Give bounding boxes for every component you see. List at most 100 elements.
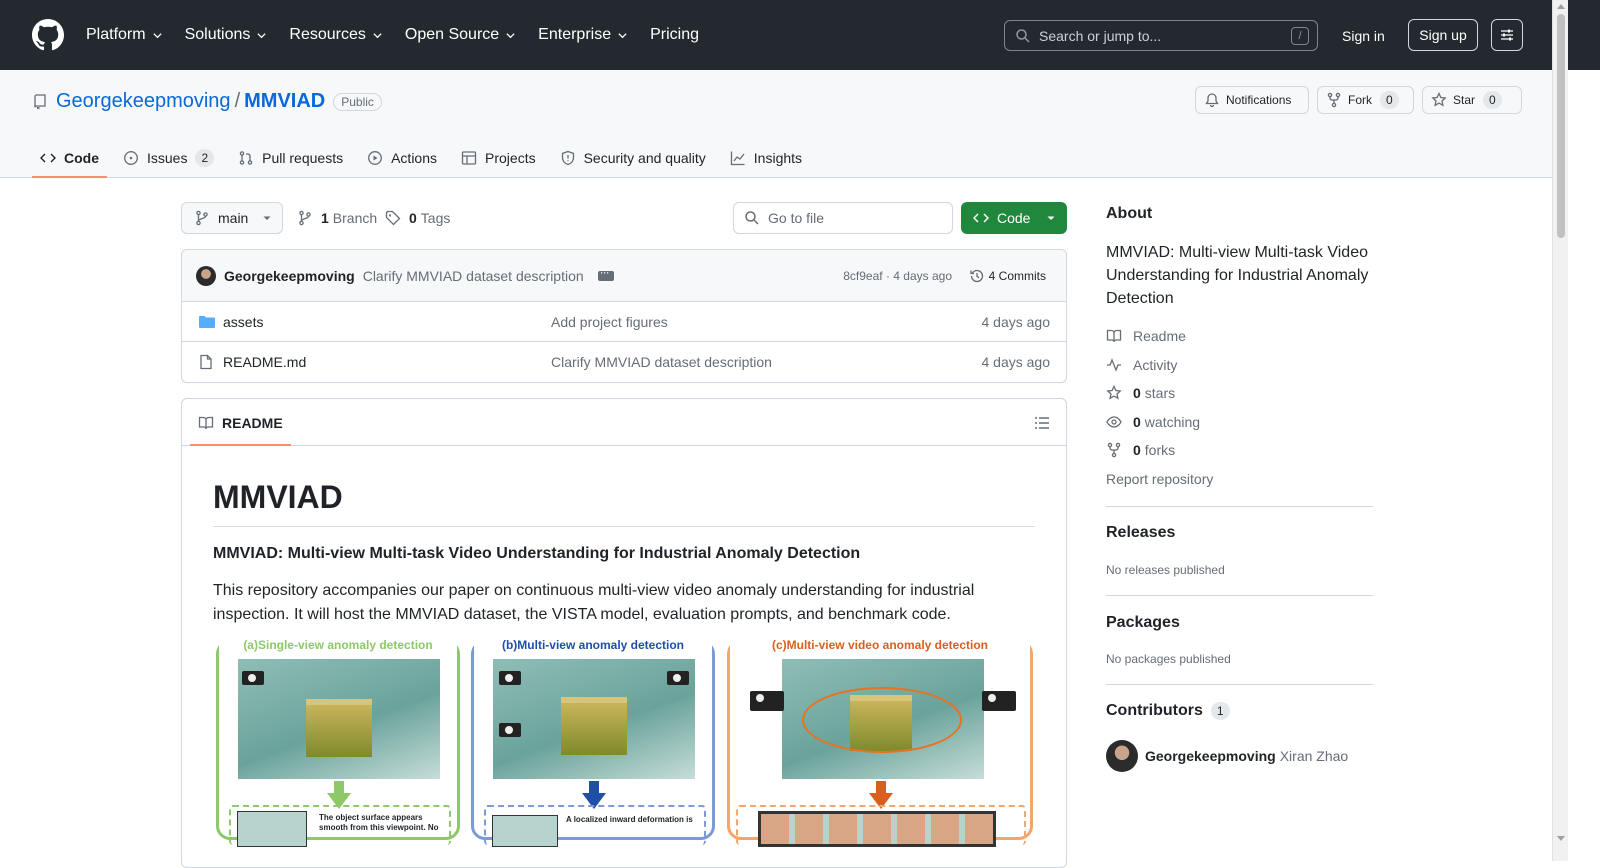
branch-selector[interactable]: main: [181, 202, 283, 234]
nav-pricing[interactable]: Pricing: [650, 18, 699, 52]
repo-name-link[interactable]: MMVIAD: [244, 90, 325, 113]
report-repository-link[interactable]: Report repository: [1106, 471, 1213, 487]
tab-code[interactable]: Code: [32, 138, 107, 178]
watching-label: watching: [1144, 414, 1201, 430]
file-commit-message[interactable]: Add project figures: [551, 314, 668, 330]
readme-link-label: Readme: [1133, 328, 1186, 344]
commits-link[interactable]: 4 Commits: [969, 268, 1046, 284]
scroll-down-icon[interactable]: [1557, 836, 1565, 841]
sign-in-link[interactable]: Sign in: [1330, 20, 1397, 51]
code-button-label: Code: [997, 210, 1031, 226]
repo-owner-link[interactable]: Georgekeepmoving: [56, 90, 231, 113]
nav-platform[interactable]: Platform: [86, 18, 163, 52]
shield-icon: [561, 150, 574, 166]
search-shortcut-key: /: [1291, 27, 1309, 45]
book-icon: [198, 416, 214, 429]
avatar[interactable]: [1106, 740, 1138, 772]
releases-title[interactable]: Releases: [1106, 524, 1175, 542]
page-scrollbar[interactable]: [1552, 0, 1568, 861]
figure-panel-video: (c)Multi-view video anomaly detection: [727, 638, 1033, 847]
figure-scene-image: [782, 659, 984, 779]
watching-link[interactable]: 0 watching: [1106, 414, 1200, 430]
figure-panel-title: (a)Single-view anomaly detection: [219, 638, 457, 652]
sidebar-divider: [1106, 684, 1373, 685]
readme-link[interactable]: Readme: [1106, 328, 1186, 344]
tag-count: 0: [409, 210, 417, 226]
github-logo-icon[interactable]: [32, 19, 64, 51]
tab-security[interactable]: Security and quality: [552, 138, 714, 178]
notifications-label: Notifications: [1226, 93, 1292, 107]
figure-panel-title: (c)Multi-view video anomaly detection: [730, 638, 1030, 652]
commit-message[interactable]: Clarify MMVIAD dataset description: [363, 268, 584, 284]
commit-sha-age[interactable]: 8cf9eaf · 4 days ago: [843, 269, 952, 283]
history-icon: [970, 269, 983, 282]
contributors-title[interactable]: Contributors 1: [1106, 702, 1230, 720]
file-name[interactable]: README.md: [223, 354, 306, 370]
commit-author[interactable]: Georgekeepmoving: [224, 268, 355, 284]
scroll-up-icon[interactable]: [1557, 4, 1565, 9]
readme-tab[interactable]: README: [190, 399, 291, 446]
nav-solutions[interactable]: Solutions: [185, 18, 268, 52]
figure-scene-image: [493, 659, 695, 779]
star-button[interactable]: Star 0: [1422, 86, 1522, 114]
tab-actions[interactable]: Actions: [359, 138, 445, 178]
latest-commit-row: Georgekeepmoving Clarify MMVIAD dataset …: [182, 250, 1066, 302]
branch-label: Branch: [332, 210, 378, 226]
code-icon: [973, 213, 989, 223]
avatar[interactable]: [196, 265, 216, 286]
fork-icon: [1327, 92, 1341, 108]
activity-link[interactable]: Activity: [1106, 357, 1177, 373]
ellipsis-icon[interactable]: [597, 265, 614, 281]
contributor-item[interactable]: Georgekeepmoving Xiran Zhao: [1106, 740, 1348, 772]
figure-box: [306, 699, 372, 757]
nav-open-source[interactable]: Open Source: [405, 18, 516, 52]
notifications-button[interactable]: Notifications: [1195, 86, 1309, 114]
branch-icon: [196, 210, 208, 226]
readme-figure: (a)Single-view anomaly detection The obj…: [213, 638, 1035, 847]
branch-bar: main 1 Branch 0 Tags Go to file Code: [181, 202, 1067, 234]
tag-label: Tags: [420, 210, 451, 226]
fork-label: Fork: [1348, 93, 1372, 107]
readme-title: MMVIAD: [213, 479, 1035, 527]
file-row[interactable]: assets Add project figures 4 days ago: [182, 302, 1066, 342]
go-to-file-input[interactable]: Go to file: [733, 202, 953, 234]
figure-answer-box: A localized inward deformation is: [484, 805, 706, 847]
search-input[interactable]: Search or jump to... /: [1004, 20, 1318, 51]
file-commit-message[interactable]: Clarify MMVIAD dataset description: [551, 354, 772, 370]
forks-link[interactable]: 0 forks: [1106, 442, 1175, 458]
nav-enterprise[interactable]: Enterprise: [538, 18, 628, 52]
play-circle-icon: [368, 151, 383, 165]
list-icon[interactable]: [1034, 415, 1050, 431]
settings-menu-button[interactable]: [1491, 19, 1523, 51]
branch-count: 1: [321, 210, 329, 226]
tab-issues[interactable]: Issues 2: [115, 138, 222, 178]
chevron-down-icon: [373, 32, 382, 38]
chevron-down-icon: [506, 32, 515, 38]
tab-pull-requests[interactable]: Pull requests: [230, 138, 351, 178]
tab-insights[interactable]: Insights: [722, 138, 810, 178]
readme-panel: README MMVIAD MMVIAD: Multi-view Multi-t…: [181, 398, 1067, 868]
packages-title[interactable]: Packages: [1106, 614, 1180, 632]
top-navigation: Platform Solutions Resources Open Source…: [86, 18, 721, 52]
stars-link[interactable]: 0 stars: [1106, 385, 1175, 401]
file-row[interactable]: README.md Clarify MMVIAD dataset descrip…: [182, 342, 1066, 382]
code-dropdown-button[interactable]: Code: [961, 202, 1067, 234]
tags-link[interactable]: 0 Tags: [385, 202, 450, 234]
figure-answer-text-a: The object surface appears smooth from t…: [319, 813, 439, 832]
scrollbar-thumb[interactable]: [1557, 14, 1565, 238]
fork-button[interactable]: Fork 0: [1317, 86, 1414, 114]
issue-icon: [124, 151, 138, 165]
tab-issues-label: Issues: [147, 150, 188, 166]
contributor-login[interactable]: Georgekeepmoving: [1145, 748, 1276, 764]
issues-count: 2: [195, 149, 215, 167]
branches-link[interactable]: 1 Branch: [297, 202, 377, 234]
sign-up-button[interactable]: Sign up: [1408, 19, 1478, 51]
readme-header: README: [182, 399, 1066, 446]
graph-icon: [730, 151, 745, 166]
sliders-icon: [1501, 29, 1513, 41]
nav-resources[interactable]: Resources: [289, 18, 382, 52]
search-icon: [745, 211, 759, 225]
tab-projects[interactable]: Projects: [453, 138, 544, 178]
readme-paragraph: This repository accompanies our paper on…: [213, 582, 975, 623]
file-name[interactable]: assets: [223, 314, 263, 330]
